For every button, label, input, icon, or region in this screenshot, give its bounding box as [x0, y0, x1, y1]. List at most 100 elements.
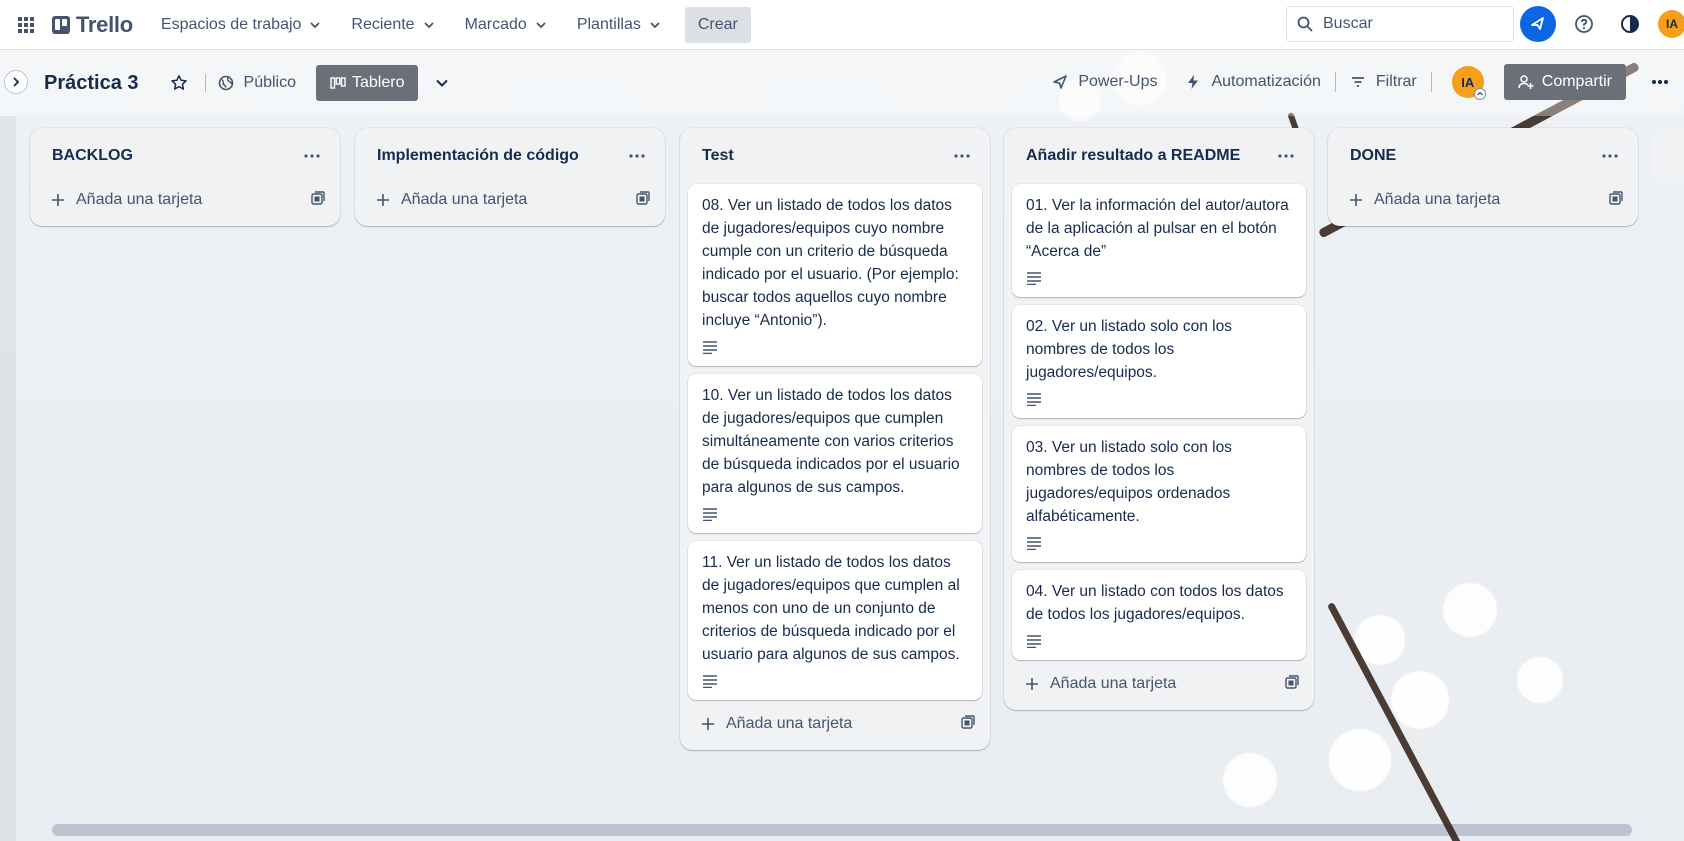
description-icon — [1027, 537, 1041, 550]
help-button[interactable] — [1566, 6, 1602, 42]
add-card-button[interactable]: Añada una tarjeta — [363, 182, 657, 218]
more-icon — [629, 154, 645, 158]
nav-templates[interactable]: Plantillas — [567, 10, 671, 40]
filter-button[interactable]: Filtrar — [1336, 73, 1431, 91]
plus-icon — [1350, 194, 1362, 206]
add-card-button[interactable]: Añada una tarjeta — [1012, 666, 1306, 702]
automation-button[interactable]: Automatización — [1171, 73, 1334, 91]
add-card-label: Añada una tarjeta — [726, 715, 853, 732]
chevron-down-icon — [310, 21, 321, 28]
card[interactable]: 11. Ver un listado de todos los datos de… — [688, 541, 982, 700]
add-card-label: Añada una tarjeta — [1050, 675, 1177, 692]
automation-label: Automatización — [1211, 73, 1321, 90]
view-switcher-button[interactable] — [428, 69, 456, 97]
template-icon — [311, 190, 325, 205]
trello-logo[interactable]: Trello — [52, 12, 133, 38]
description-icon — [703, 675, 717, 688]
member-initials: IA — [1461, 74, 1475, 90]
rocket-icon — [1053, 75, 1068, 89]
description-icon — [703, 341, 717, 354]
add-card-label: Añada una tarjeta — [76, 191, 203, 208]
card[interactable]: 02. Ver un listado solo con los nombres … — [1012, 305, 1306, 418]
list-done: DONE Añada una tarjeta — [1328, 128, 1638, 226]
chevron-right-icon — [13, 77, 20, 87]
filter-icon — [1351, 77, 1364, 87]
create-from-template-button[interactable] — [1608, 190, 1624, 211]
admin-chevron-icon — [1473, 88, 1486, 100]
board-view-icon — [330, 77, 346, 89]
template-icon — [636, 190, 650, 205]
template-icon — [961, 714, 975, 729]
board-view-label: Tablero — [352, 74, 405, 91]
more-icon — [1602, 154, 1618, 158]
description-icon — [1027, 393, 1041, 406]
card[interactable]: 03. Ver un listado solo con los nombres … — [1012, 426, 1306, 562]
card[interactable]: 08. Ver un listado de todos los datos de… — [688, 184, 982, 366]
share-button[interactable]: Compartir — [1503, 64, 1626, 100]
list-test: Test 08. Ver un listado de todos los dat… — [680, 128, 990, 750]
list-title[interactable]: BACKLOG — [52, 147, 133, 165]
search-placeholder: Buscar — [1323, 15, 1373, 32]
board-view-button[interactable]: Tablero — [316, 65, 419, 101]
card-title: 04. Ver un listado con todos los datos d… — [1026, 583, 1284, 623]
nav-starred[interactable]: Marcado — [455, 10, 557, 40]
create-button[interactable]: Crear — [684, 6, 751, 43]
more-icon — [304, 154, 320, 158]
list-title[interactable]: Test — [702, 147, 734, 165]
sidebar-collapsed-rail — [0, 116, 16, 841]
user-avatar[interactable]: IA — [1658, 10, 1684, 38]
nav-label: Plantillas — [576, 15, 641, 33]
nav-label: Espacios de trabajo — [160, 15, 302, 33]
search-input[interactable]: Buscar — [1286, 6, 1514, 42]
rocket-icon — [1531, 17, 1544, 30]
list-title[interactable]: Añadir resultado a README — [1026, 147, 1240, 165]
create-from-template-button[interactable] — [960, 714, 976, 735]
apps-grid-icon[interactable] — [12, 11, 40, 39]
list-actions-button[interactable] — [950, 144, 974, 168]
star-icon — [170, 75, 187, 90]
add-person-icon — [1518, 75, 1534, 89]
card-title: 10. Ver un listado de todos los datos de… — [702, 387, 960, 496]
create-from-template-button[interactable] — [635, 190, 651, 211]
star-button[interactable] — [165, 69, 193, 97]
add-list-button[interactable] — [1652, 128, 1684, 184]
plus-icon — [52, 194, 64, 206]
list-readme: Añadir resultado a README 01. Ver la inf… — [1004, 128, 1314, 710]
card[interactable]: 01. Ver la información del autor/autora … — [1012, 184, 1306, 297]
top-navigation-bar: Trello Espacios de trabajo Reciente Marc… — [0, 0, 1684, 50]
add-card-button[interactable]: Añada una tarjeta — [1336, 182, 1630, 218]
scrollbar-thumb[interactable] — [52, 824, 1632, 836]
list-actions-button[interactable] — [1598, 144, 1622, 168]
add-card-label: Añada una tarjeta — [1374, 191, 1501, 208]
more-icon — [1278, 154, 1294, 158]
create-from-template-button[interactable] — [310, 190, 326, 211]
list-backlog: BACKLOG Añada una tarjeta — [30, 128, 340, 226]
globe-icon — [218, 75, 233, 91]
list-actions-button[interactable] — [625, 144, 649, 168]
nav-workspaces[interactable]: Espacios de trabajo — [151, 10, 332, 40]
card[interactable]: 04. Ver un listado con todos los datos d… — [1012, 570, 1306, 660]
theme-button[interactable] — [1612, 6, 1648, 42]
nav-label: Marcado — [464, 15, 527, 33]
list-title[interactable]: Implementación de código — [377, 147, 579, 165]
sidebar-expand-button[interactable] — [4, 70, 28, 94]
chevron-down-icon — [423, 21, 434, 28]
nav-recent[interactable]: Reciente — [341, 10, 444, 40]
board-member-avatar[interactable]: IA — [1451, 66, 1486, 100]
visibility-label: Público — [243, 74, 296, 91]
horizontal-scrollbar[interactable] — [52, 824, 1632, 836]
list-actions-button[interactable] — [1274, 144, 1298, 168]
add-card-button[interactable]: Añada una tarjeta — [38, 182, 332, 218]
create-from-template-button[interactable] — [1284, 674, 1300, 695]
list-actions-button[interactable] — [300, 144, 324, 168]
list-title[interactable]: DONE — [1350, 147, 1396, 165]
plus-icon — [1026, 678, 1038, 690]
powerups-button[interactable]: Power-Ups — [1038, 73, 1171, 91]
card[interactable]: 10. Ver un listado de todos los datos de… — [688, 374, 982, 533]
add-card-button[interactable]: Añada una tarjeta — [688, 706, 982, 742]
board-title[interactable]: Práctica 3 — [44, 72, 139, 95]
board-menu-button[interactable] — [1644, 66, 1676, 98]
visibility-button[interactable]: Público — [218, 74, 296, 92]
rocket-button[interactable] — [1520, 6, 1556, 42]
more-icon — [954, 154, 970, 158]
